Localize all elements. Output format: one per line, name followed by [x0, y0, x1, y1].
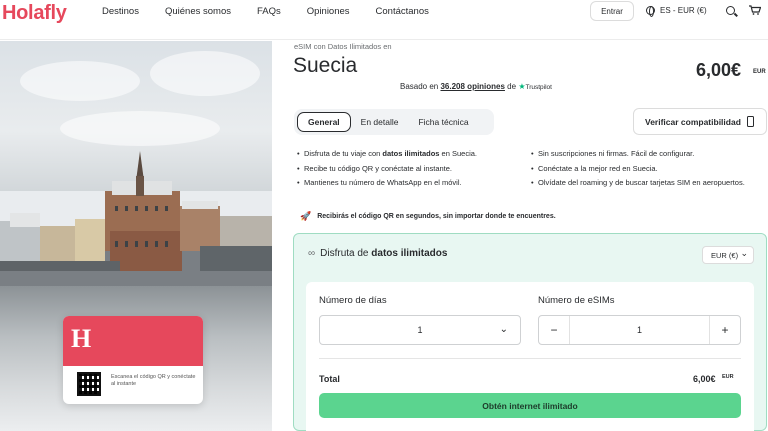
nav-item-quienes-somos[interactable]: Quiénes somos: [165, 6, 231, 17]
rating-suffix: de: [504, 82, 517, 91]
infinity-icon: ∞: [308, 248, 316, 259]
plan-form: Número de días Número de eSIMs 1 ⌄ − 1 +…: [306, 282, 754, 431]
esims-stepper[interactable]: − 1 +: [538, 315, 741, 345]
feature-item: Sin suscripciones ni firmas. Fácil de co…: [531, 147, 761, 162]
main-nav: Destinos Quiénes somos FAQs Opiniones Co…: [102, 6, 455, 17]
page-title: Suecia: [293, 54, 358, 77]
days-select[interactable]: 1 ⌄: [319, 315, 521, 345]
locale-label: ES - EUR (€): [660, 6, 707, 15]
rating-line: Basado en 36.208 opiniones de ★Trustpilo…: [400, 82, 552, 91]
qr-delivery-text: Recibirás el código QR en segundos, sin …: [317, 213, 556, 220]
feature-item: Mantienes tu número de WhatsApp en el mó…: [297, 176, 527, 191]
features-list-right: Sin suscripciones ni firmas. Fácil de co…: [531, 147, 761, 191]
increment-button[interactable]: +: [710, 316, 740, 344]
feature-item: Olvídate del roaming y de buscar tarjeta…: [531, 176, 761, 191]
nav-item-destinos[interactable]: Destinos: [102, 6, 139, 17]
qr-code-icon: [77, 372, 101, 396]
top-header: Holafly Destinos Quiénes somos FAQs Opin…: [0, 0, 768, 40]
nav-item-opiniones[interactable]: Opiniones: [307, 6, 350, 17]
check-compatibility-button[interactable]: Verificar compatibilidad: [633, 108, 767, 135]
tab-general[interactable]: General: [297, 112, 351, 132]
esims-label: Número de eSIMs: [538, 295, 615, 306]
divider: [319, 358, 741, 359]
currency-select[interactable]: EUR (€): [702, 246, 754, 264]
globe-icon: [646, 6, 655, 17]
esims-value[interactable]: 1: [569, 316, 710, 344]
product-price: 6,00€: [696, 60, 742, 80]
login-button[interactable]: Entrar: [590, 1, 634, 21]
nav-item-faqs[interactable]: FAQs: [257, 6, 281, 17]
nav-item-contactanos[interactable]: Contáctanos: [376, 6, 429, 17]
rocket-icon: 🚀: [300, 211, 312, 221]
days-value: 1: [417, 325, 423, 335]
feature-item: Recibe tu código QR y conéctate al insta…: [297, 162, 527, 177]
features-list-left: Disfruta de tu viaje con datos ilimitado…: [297, 147, 527, 191]
product-tabs: General En detalle Ficha técnica: [294, 109, 494, 135]
total-value: 6,00€: [693, 374, 716, 384]
price-currency: EUR: [753, 69, 766, 75]
holafly-logo[interactable]: Holafly: [2, 2, 67, 25]
tab-ficha-tecnica[interactable]: Ficha técnica: [408, 112, 478, 132]
tab-en-detalle[interactable]: En detalle: [351, 112, 409, 132]
plan-title: ∞ Disfruta de datos ilimitados: [308, 248, 448, 259]
esim-card-text: Escanea el código QR y conéctate al inst…: [111, 374, 196, 388]
esim-card-header: H: [63, 316, 203, 366]
qr-delivery-note: 🚀 Recibirás el código QR en segundos, si…: [300, 211, 556, 222]
check-compatibility-label: Verificar compatibilidad: [645, 116, 741, 127]
hero-image: H Escanea el código QR y conéctate al in…: [0, 41, 272, 431]
get-unlimited-internet-button[interactable]: Obtén internet ilimitado: [319, 393, 741, 418]
reviews-link[interactable]: 36.208 opiniones: [440, 82, 504, 91]
total-currency: EUR: [722, 374, 734, 380]
holafly-h-logo: H: [71, 324, 92, 353]
chevron-down-icon: ⌄: [499, 324, 508, 335]
trustpilot-label: Trustpilot: [525, 84, 552, 91]
esim-card: H Escanea el código QR y conéctate al in…: [63, 316, 203, 404]
stockholm-city-illustration: [0, 151, 272, 296]
total-label: Total: [319, 374, 340, 384]
product-eyebrow: eSIM con Datos Ilimitados en: [294, 42, 392, 51]
feature-item: Disfruta de tu viaje con datos ilimitado…: [297, 147, 527, 162]
search-icon[interactable]: [726, 6, 735, 15]
cart-icon[interactable]: [749, 5, 761, 15]
locale-selector[interactable]: ES - EUR (€): [646, 6, 707, 17]
decrement-button[interactable]: −: [539, 316, 569, 344]
rating-prefix: Basado en: [400, 82, 441, 91]
feature-item: Conéctate a la mejor red en Suecia.: [531, 162, 761, 177]
plan-panel: ∞ Disfruta de datos ilimitados EUR (€) N…: [293, 233, 767, 431]
days-label: Número de días: [319, 295, 387, 306]
phone-icon: [747, 116, 754, 127]
